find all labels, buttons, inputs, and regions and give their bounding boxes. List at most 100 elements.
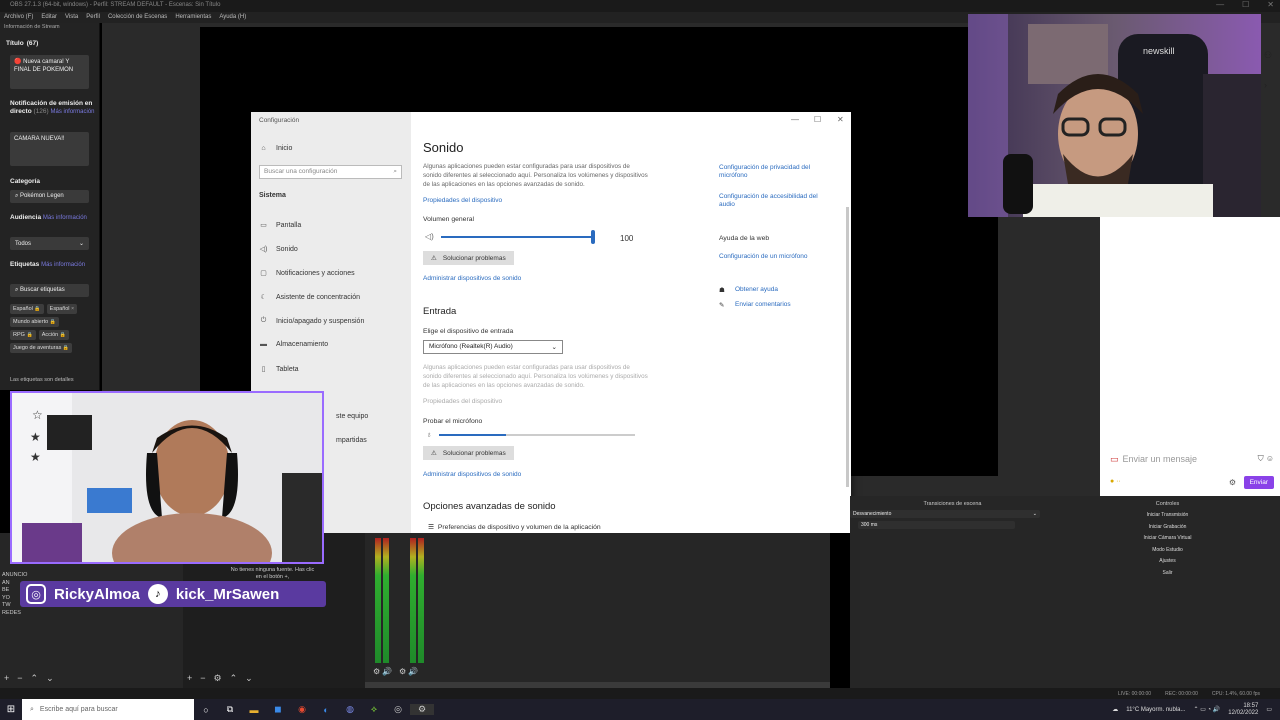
input-properties-link[interactable]: Propiedades del dispositivo — [423, 398, 502, 405]
close-icon[interactable]: ✕ — [1267, 0, 1274, 9]
device-properties-link[interactable]: Propiedades del dispositivo — [423, 197, 502, 204]
notification-icon[interactable]: ▭ — [1266, 706, 1272, 713]
tag-chip[interactable]: Español × — [46, 304, 77, 314]
emote-icon[interactable]: ⛉ ☺ — [1258, 454, 1274, 464]
studio-mode-button[interactable]: Modo Estudio — [1055, 545, 1280, 557]
discord-icon[interactable]: ◍ — [338, 704, 362, 715]
settings-button[interactable]: Ajustes — [1055, 556, 1280, 568]
chat-input[interactable]: ▭ Enviar un mensaje ⛉ ☺ — [1106, 448, 1274, 470]
troubleshoot-input-button[interactable]: ⚠ Solucionar problemas — [423, 446, 514, 460]
start-virtual-cam-button[interactable]: Iniciar Cámara Virtual — [1055, 533, 1280, 545]
add-icon[interactable]: + — [187, 673, 192, 684]
nav-home[interactable]: ⌂ Inicio — [259, 145, 292, 152]
tag-chip[interactable]: Español 🔒 — [10, 304, 44, 314]
mic-setup-link[interactable]: Configuración de un micrófono — [719, 253, 808, 260]
volume-slider[interactable] — [441, 236, 593, 238]
start-stream-button[interactable]: Iniciar Transmisión — [1055, 510, 1280, 522]
arrow-down-icon[interactable]: ⌄ — [245, 673, 253, 684]
minus-icon[interactable]: − — [17, 673, 22, 684]
obs-icon[interactable]: ◎ — [386, 704, 410, 715]
feedback-link[interactable]: Enviar comentarios — [735, 301, 791, 308]
menu-archivo[interactable]: Archivo (F) — [4, 14, 33, 21]
users-icon[interactable]: ⚇ — [1264, 40, 1272, 70]
settings-taskbar-icon[interactable]: ⚙ — [410, 704, 434, 715]
add-icon[interactable]: + — [4, 673, 9, 684]
maximize-icon[interactable]: ☐ — [1242, 0, 1249, 9]
maximize-icon[interactable]: ☐ — [814, 115, 821, 124]
task-view-icon[interactable]: ⧉ — [218, 704, 242, 715]
arrow-down-icon[interactable]: ⌄ — [46, 673, 54, 684]
points-icon[interactable]: ● ·· — [1110, 478, 1121, 485]
list-item[interactable]: REDES — [2, 610, 27, 618]
power-icon: ⏻ — [260, 317, 267, 324]
notification-input[interactable]: CAMARA NUEVA!! — [10, 132, 89, 166]
minus-icon[interactable]: − — [200, 673, 205, 684]
notification-more-link[interactable]: Más información — [50, 109, 94, 115]
category-input[interactable]: ⌕ Pokémon Legen — [10, 190, 89, 203]
list-item[interactable]: ANUNCIO — [2, 572, 27, 580]
gear-icon[interactable]: ⚙ — [214, 673, 222, 684]
title-input[interactable]: 🔴 Nueva camara! Y FINAL DE POKEMON — [10, 55, 89, 89]
nav-concentracion[interactable]: ☾ Asistente de concentración — [259, 293, 360, 302]
accessibility-audio-link[interactable]: Configuración de accesibilidad del audio — [719, 193, 829, 209]
settings-search-input[interactable]: Buscar una configuración ⌕ — [259, 165, 402, 179]
menu-ayuda[interactable]: Ayuda (H) — [219, 14, 246, 21]
tags-search-input[interactable]: ⌕ Buscar etiquetas — [10, 284, 89, 297]
tray-icons[interactable]: ⌃ ▭ ◔ 🔊 — [1194, 706, 1221, 713]
chat-send-button[interactable]: Enviar — [1243, 476, 1274, 489]
start-recording-button[interactable]: Iniciar Grabación — [1055, 522, 1280, 534]
nav-sonido[interactable]: ◁) Sonido — [259, 245, 298, 254]
audience-more-link[interactable]: Más información — [43, 215, 87, 221]
cortana-icon[interactable]: ○ — [194, 705, 218, 715]
tag-chip[interactable]: RPG 🔒 — [10, 330, 36, 340]
manage-input-devices-link[interactable]: Administrar dispositivos de sonido — [423, 471, 521, 478]
input-device-select[interactable]: Micrófono (Realtek(R) Audio) ⌄ — [423, 340, 563, 354]
razer-icon[interactable]: ⟡ — [362, 704, 386, 715]
scrollbar[interactable] — [846, 207, 849, 487]
close-icon[interactable]: × — [71, 306, 74, 312]
volume-slider-thumb[interactable] — [591, 230, 595, 244]
troubleshoot-button[interactable]: ⚠ Solucionar problemas — [423, 251, 514, 265]
file-explorer-icon[interactable]: ▬ — [242, 705, 266, 715]
tags-more-link[interactable]: Más información — [41, 262, 85, 268]
nav-pantalla[interactable]: ▭ Pantalla — [259, 221, 301, 230]
nav-inicio-apagado[interactable]: ⏻ Inicio/apagado y suspensión — [259, 317, 365, 325]
audience-select[interactable]: Todos ⌄ — [10, 237, 89, 250]
arrow-up-icon[interactable]: ⌃ — [230, 673, 238, 684]
weather[interactable]: 11°C Mayorm. nubla... — [1126, 707, 1185, 713]
menu-coleccion[interactable]: Colección de Escenas — [108, 14, 167, 21]
window-controls[interactable]: — ☐ ✕ — [1216, 0, 1274, 9]
nav-notificaciones[interactable]: ▢ Notificaciones y acciones — [259, 269, 354, 278]
minimize-icon[interactable]: — — [791, 115, 799, 124]
manage-devices-link[interactable]: Administrar dispositivos de sonido — [423, 275, 521, 282]
transition-select[interactable]: Desvanecimiento ⌄ — [850, 510, 1040, 518]
chevron-right-icon[interactable]: › — [1264, 70, 1272, 100]
close-icon[interactable]: ✕ — [837, 115, 844, 124]
menu-perfil[interactable]: Perfil — [86, 14, 100, 21]
tag-chip[interactable]: Acción 🔒 — [38, 330, 69, 340]
arrow-up-icon[interactable]: ⌃ — [31, 673, 39, 684]
chrome-icon[interactable]: ◉ — [290, 704, 314, 715]
privacy-mic-link[interactable]: Configuración de privacidad del micrófon… — [719, 164, 829, 180]
nav-compartidas[interactable]: mpartidas — [336, 437, 367, 444]
menu-editar[interactable]: Editar — [41, 14, 57, 21]
store-icon[interactable]: ◼ — [266, 704, 290, 715]
nav-almacenamiento[interactable]: ▬ Almacenamiento — [259, 341, 328, 348]
duration-input[interactable]: 300 ms — [858, 521, 1015, 529]
nav-tableta[interactable]: ▯ Tableta — [259, 365, 299, 374]
menu-herramientas[interactable]: Herramientas — [175, 14, 211, 21]
mixer-controls[interactable]: ⚙ 🔊 ⚙ 🔊 — [373, 667, 418, 676]
tag-chip[interactable]: Juego de aventuras 🔒 — [10, 343, 73, 353]
clock[interactable]: 18:57 12/02/2022 — [1228, 703, 1258, 717]
app-preferences-link[interactable]: ☰ Preferencias de dispositivo y volumen … — [428, 523, 601, 531]
minimize-icon[interactable]: — — [1216, 0, 1224, 9]
taskbar-search[interactable]: ⌕ Escribe aquí para buscar — [22, 699, 194, 720]
tag-chip[interactable]: Mundo abierto 🔒 — [10, 317, 59, 327]
windows-start-icon[interactable]: ⊞ — [0, 704, 22, 715]
nav-este-equipo[interactable]: ste equipo — [336, 413, 368, 420]
edge-icon[interactable]: ◐ — [314, 705, 338, 715]
menu-vista[interactable]: Vista — [65, 14, 78, 21]
exit-button[interactable]: Salir — [1055, 568, 1280, 580]
gear-icon[interactable]: ⚙ — [1229, 478, 1236, 487]
get-help-link[interactable]: Obtener ayuda — [735, 286, 778, 293]
